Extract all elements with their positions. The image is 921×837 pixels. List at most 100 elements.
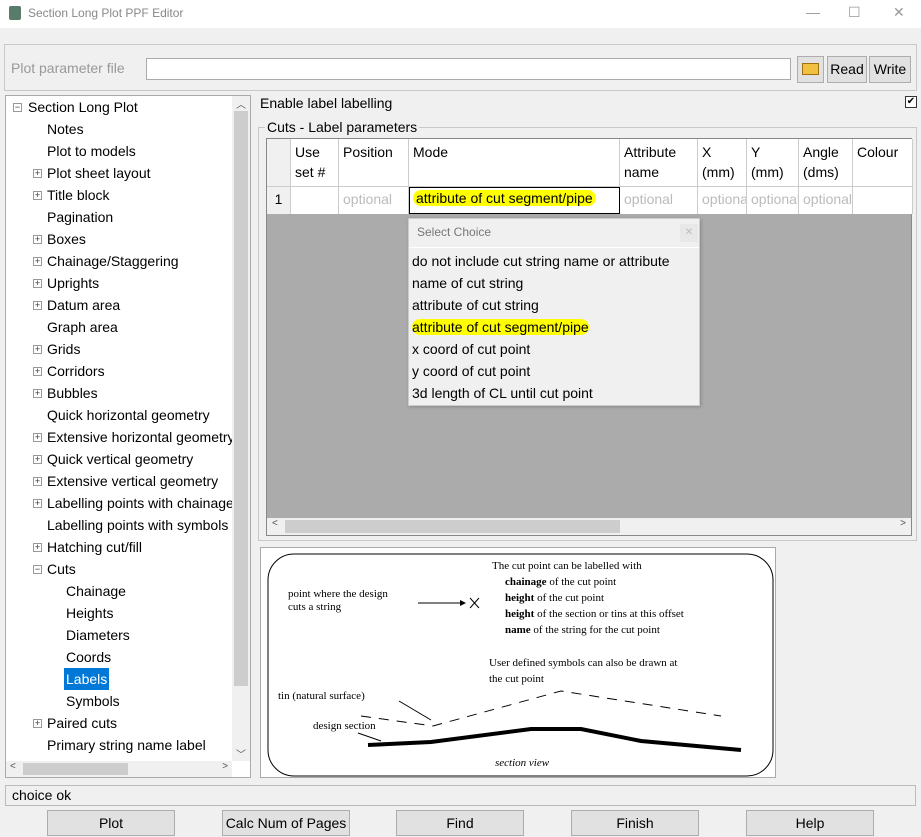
dropdown-option[interactable]: x coord of cut point xyxy=(412,338,530,360)
option-label: do not include cut string name or attrib… xyxy=(412,253,670,269)
tree-item[interactable]: Labelling points with chainage xyxy=(47,492,232,514)
tree-item[interactable]: Labelling points with symbols xyxy=(47,514,232,536)
expand-icon[interactable]: + xyxy=(33,389,42,398)
expand-icon[interactable]: + xyxy=(33,235,42,244)
tree-item[interactable]: Corridors xyxy=(47,360,232,382)
tree-item[interactable]: Notes xyxy=(47,118,232,140)
app-icon xyxy=(9,6,21,20)
expand-icon[interactable]: + xyxy=(33,455,42,464)
column-header[interactable]: Attribute name xyxy=(620,139,698,187)
browse-folder-button[interactable] xyxy=(797,56,824,83)
expand-icon[interactable]: + xyxy=(33,719,42,728)
tree-item[interactable]: Paired cuts xyxy=(47,712,232,734)
grid-cell[interactable]: optional xyxy=(620,187,698,214)
expand-icon[interactable]: + xyxy=(33,433,42,442)
folder-icon xyxy=(802,63,819,75)
tree-item[interactable]: Quick horizontal geometry xyxy=(47,404,232,426)
tree-item[interactable]: Chainage/Staggering xyxy=(47,250,232,272)
mode-cell[interactable]: attribute of cut segment/pipe xyxy=(409,187,620,214)
column-header[interactable]: Position xyxy=(339,139,409,187)
tree-item[interactable]: Bubbles xyxy=(47,382,232,404)
svg-text:height of the section or tins: height of the section or tins at this of… xyxy=(505,608,684,620)
tree-root[interactable]: Section Long Plot xyxy=(28,96,138,118)
close-button[interactable]: ✕ xyxy=(893,4,905,21)
tree-item[interactable]: Extensive vertical geometry xyxy=(47,470,232,492)
maximize-button[interactable]: ☐ xyxy=(848,4,861,21)
dropdown-option[interactable]: attribute of cut string xyxy=(412,294,539,316)
column-header[interactable]: Mode xyxy=(409,139,620,187)
popup-close-icon[interactable]: ✕ xyxy=(680,224,698,242)
svg-text:point where the design: point where the design xyxy=(288,588,388,600)
grid-cell[interactable]: 1 xyxy=(267,187,291,214)
tree-item[interactable]: Grids xyxy=(47,338,232,360)
svg-text:section view: section view xyxy=(495,757,550,769)
grid-cell[interactable]: optional xyxy=(339,187,409,214)
tree-item-heights[interactable]: Heights xyxy=(66,602,113,624)
grid-cell[interactable] xyxy=(853,187,913,214)
tree-vertical-scrollbar[interactable]: ︿ ﹀ xyxy=(232,96,250,761)
column-header[interactable] xyxy=(267,139,291,187)
expand-icon[interactable]: + xyxy=(33,499,42,508)
tree-item[interactable]: Boxes xyxy=(47,228,232,250)
grid-cell[interactable]: optional xyxy=(799,187,853,214)
column-header[interactable]: Angle (dms) xyxy=(799,139,853,187)
expand-icon[interactable]: + xyxy=(33,543,42,552)
file-label: Plot parameter file xyxy=(11,60,125,76)
expand-icon[interactable]: + xyxy=(33,477,42,486)
find-button[interactable]: Find xyxy=(396,810,524,836)
tree-item[interactable]: Title block xyxy=(47,184,232,206)
tree-item-coords[interactable]: Coords xyxy=(66,646,111,668)
enable-label: Enable label labelling xyxy=(260,95,393,111)
tree-item-symbols[interactable]: Symbols xyxy=(66,690,120,712)
dropdown-option[interactable]: y coord of cut point xyxy=(412,360,530,382)
expand-icon[interactable]: − xyxy=(33,565,42,574)
help-button[interactable]: Help xyxy=(746,810,874,836)
read-button[interactable]: Read xyxy=(827,56,867,83)
tree-item[interactable]: Hatching cut/fill xyxy=(47,536,232,558)
finish-button[interactable]: Finish xyxy=(571,810,699,836)
grid-cell[interactable]: optional xyxy=(747,187,799,214)
dropdown-option[interactable]: do not include cut string name or attrib… xyxy=(412,250,670,272)
dropdown-option[interactable]: 3d length of CL until cut point xyxy=(412,382,593,404)
minimize-button[interactable]: — xyxy=(806,4,820,20)
dropdown-option[interactable]: attribute of cut segment/pipe xyxy=(412,316,589,338)
tree-item[interactable]: Datum area xyxy=(47,294,232,316)
column-header[interactable]: Colour xyxy=(853,139,913,187)
expand-icon[interactable]: + xyxy=(33,191,42,200)
enable-checkbox[interactable]: ✔ xyxy=(905,96,917,108)
plot-button[interactable]: Plot xyxy=(47,810,175,836)
calc-num-pages-button[interactable]: Calc Num of Pages xyxy=(222,810,350,836)
tree-item[interactable]: Primary string name label xyxy=(47,734,232,756)
tree-item[interactable]: Extensive horizontal geometry xyxy=(47,426,232,448)
expand-icon[interactable]: + xyxy=(33,367,42,376)
column-header[interactable]: X (mm) xyxy=(698,139,747,187)
tree-item[interactable]: Cuts xyxy=(47,558,232,580)
tree-item[interactable]: Quick vertical geometry xyxy=(47,448,232,470)
tree-item-chainage[interactable]: Chainage xyxy=(66,580,126,602)
tree-item-diameters[interactable]: Diameters xyxy=(66,624,130,646)
svg-text:cuts a string: cuts a string xyxy=(288,601,342,613)
grid-horizontal-scrollbar[interactable]: < > xyxy=(267,518,911,535)
grid-cell[interactable]: optional xyxy=(698,187,747,214)
tree-item[interactable]: Plot to models xyxy=(47,140,232,162)
dropdown-option[interactable]: name of cut string xyxy=(412,272,523,294)
plot-parameter-file-input[interactable] xyxy=(146,58,791,80)
tree-item[interactable]: Uprights xyxy=(47,272,232,294)
collapse-icon[interactable]: − xyxy=(13,103,22,112)
option-label: 3d length of CL until cut point xyxy=(412,385,593,401)
grid-cell[interactable] xyxy=(291,187,339,214)
tree-item[interactable]: Pagination xyxy=(47,206,232,228)
expand-icon[interactable]: + xyxy=(33,301,42,310)
tree-item-labels[interactable]: Labels xyxy=(64,668,110,690)
expand-icon[interactable]: + xyxy=(33,257,42,266)
tree-item[interactable]: Plot sheet layout xyxy=(47,162,232,184)
expand-icon[interactable]: + xyxy=(33,279,42,288)
tree-item[interactable]: Graph area xyxy=(47,316,232,338)
column-header[interactable]: Use set # xyxy=(291,139,339,187)
tree-horizontal-scrollbar[interactable]: < > xyxy=(6,761,232,777)
svg-text:The cut point can be labelled: The cut point can be labelled with xyxy=(492,560,642,572)
expand-icon[interactable]: + xyxy=(33,345,42,354)
column-header[interactable]: Y (mm) xyxy=(747,139,799,187)
write-button[interactable]: Write xyxy=(869,56,911,83)
expand-icon[interactable]: + xyxy=(33,169,42,178)
